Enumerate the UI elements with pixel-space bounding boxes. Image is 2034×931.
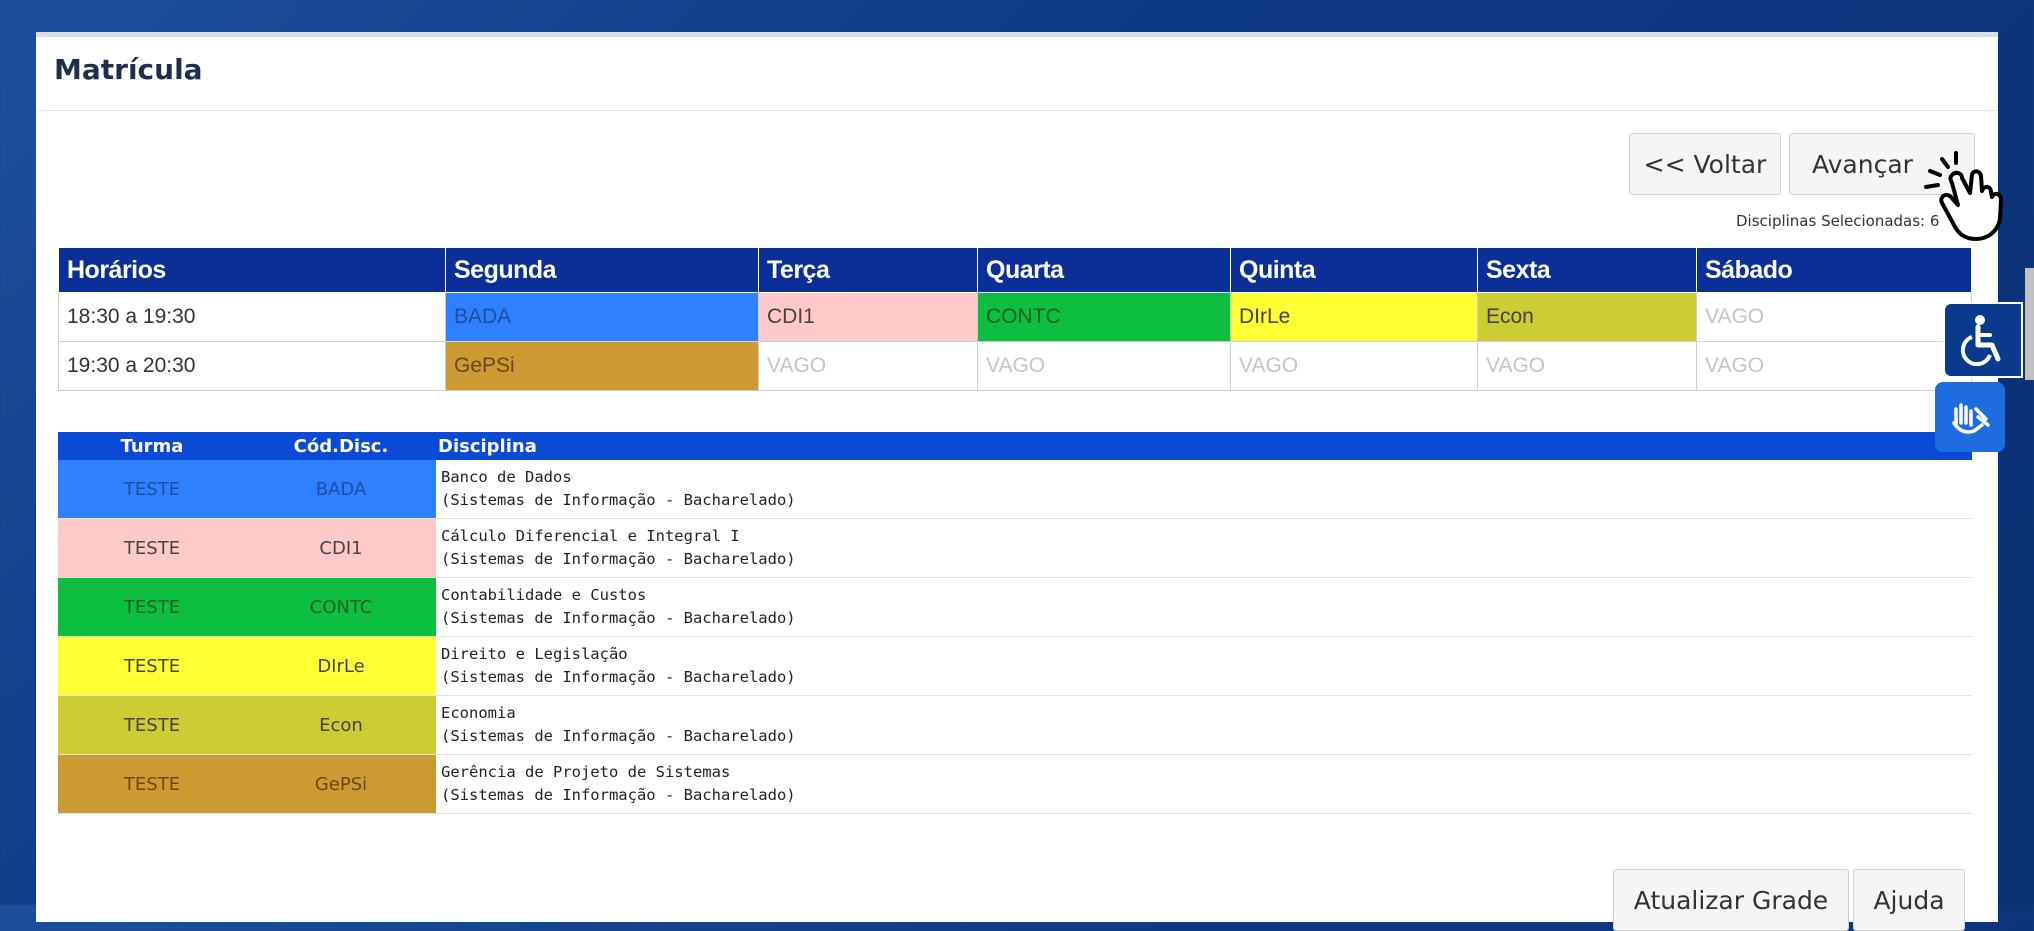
help-button[interactable]: Ajuda [1853, 869, 1965, 931]
discipline-turma: TESTE [58, 636, 246, 696]
discipline-row: TESTE GePSi Gerência de Projeto de Siste… [58, 754, 1972, 814]
discipline-course: (Sistemas de Informação - Bacharelado) [441, 491, 796, 509]
discipline-turma: TESTE [58, 518, 246, 578]
discipline-code: BADA [246, 460, 436, 519]
schedule-slot[interactable]: GePSi [445, 341, 759, 391]
disciplines-table: Turma Cód.Disc. Disciplina TESTE BADA Ba… [58, 432, 1972, 814]
discipline-turma: TESTE [58, 754, 246, 814]
discipline-code: CONTC [246, 577, 436, 637]
discipline-row: TESTE Econ Economia (Sistemas de Informa… [58, 695, 1972, 755]
discipline-turma: TESTE [58, 695, 246, 755]
schedule-slot[interactable]: Econ [1477, 292, 1697, 342]
discipline-row: TESTE BADA Banco de Dados (Sistemas de I… [58, 460, 1972, 519]
disciplines-header-codigo: Cód.Disc. [246, 432, 436, 460]
accessibility-button[interactable] [1943, 302, 2023, 378]
discipline-name: Cálculo Diferencial e Integral I [441, 527, 740, 545]
schedule-slot[interactable]: DIrLe [1230, 292, 1478, 342]
page-title: Matrícula [54, 53, 203, 86]
discipline-name-cell: Contabilidade e Custos (Sistemas de Info… [436, 577, 1972, 637]
disciplines-header-row: Turma Cód.Disc. Disciplina [58, 432, 1972, 460]
discipline-name-cell: Direito e Legislação (Sistemas de Inform… [436, 636, 1972, 696]
schedule-slot[interactable]: VAGO [1696, 292, 1972, 342]
schedule-slot[interactable]: VAGO [758, 341, 978, 391]
discipline-course: (Sistemas de Informação - Bacharelado) [441, 786, 796, 804]
hand-pointer-icon [1924, 151, 2003, 241]
schedule-header-sexta: Sexta [1477, 247, 1697, 293]
discipline-code: GePSi [246, 754, 436, 814]
schedule-row: 19:30 a 20:30 GePSi VAGO VAGO VAGO VAGO … [58, 341, 1972, 391]
discipline-course: (Sistemas de Informação - Bacharelado) [441, 550, 796, 568]
schedule-slot[interactable]: CONTC [977, 292, 1231, 342]
discipline-course: (Sistemas de Informação - Bacharelado) [441, 727, 796, 745]
schedule-slot[interactable]: CDI1 [758, 292, 978, 342]
discipline-turma: TESTE [58, 460, 246, 519]
schedule-time: 18:30 a 19:30 [58, 292, 446, 342]
schedule-header-segunda: Segunda [445, 247, 759, 293]
discipline-name-cell: Economia (Sistemas de Informação - Bacha… [436, 695, 1972, 755]
discipline-code: Econ [246, 695, 436, 755]
discipline-name-cell: Banco de Dados (Sistemas de Informação -… [436, 460, 1972, 519]
enrollment-panel: Matrícula << Voltar Avançar Disciplinas … [36, 32, 1998, 931]
discipline-name: Contabilidade e Custos [441, 586, 647, 604]
schedule-slot[interactable]: VAGO [1696, 341, 1972, 391]
schedule-header-row: Horários Segunda Terça Quarta Quinta Sex… [58, 247, 1972, 293]
discipline-name-cell: Cálculo Diferencial e Integral I (Sistem… [436, 518, 1972, 578]
schedule-header-terca: Terça [758, 247, 978, 293]
disciplines-header-turma: Turma [58, 432, 246, 460]
schedule-time: 19:30 a 20:30 [58, 341, 446, 391]
schedule-slot[interactable]: VAGO [1477, 341, 1697, 391]
discipline-name: Banco de Dados [441, 468, 572, 486]
schedule-header-quinta: Quinta [1230, 247, 1478, 293]
schedule-slot[interactable]: BADA [445, 292, 759, 342]
discipline-row: TESTE DIrLe Direito e Legislação (Sistem… [58, 636, 1972, 696]
discipline-name: Gerência de Projeto de Sistemas [441, 763, 731, 781]
discipline-row: TESTE CDI1 Cálculo Diferencial e Integra… [58, 518, 1972, 578]
discipline-row: TESTE CONTC Contabilidade e Custos (Sist… [58, 577, 1972, 637]
discipline-name: Economia [441, 704, 516, 722]
back-button[interactable]: << Voltar [1629, 133, 1781, 195]
discipline-turma: TESTE [58, 577, 246, 637]
page-scrollbar[interactable] [2025, 268, 2034, 380]
title-divider [36, 110, 1998, 111]
schedule-row: 18:30 a 19:30 BADA CDI1 CONTC DIrLe Econ… [58, 292, 1972, 342]
discipline-course: (Sistemas de Informação - Bacharelado) [441, 668, 796, 686]
discipline-code: DIrLe [246, 636, 436, 696]
wheelchair-icon [1960, 315, 2001, 367]
schedule-slot[interactable]: VAGO [1230, 341, 1478, 391]
schedule-header-sabado: Sábado [1696, 247, 1972, 293]
schedule-grid: Horários Segunda Terça Quarta Quinta Sex… [58, 247, 1972, 391]
disciplines-header-disciplina: Disciplina [436, 432, 1972, 460]
schedule-slot[interactable]: VAGO [977, 341, 1231, 391]
update-grid-button[interactable]: Atualizar Grade [1613, 869, 1849, 931]
discipline-name-cell: Gerência de Projeto de Sistemas (Sistema… [436, 754, 1972, 814]
discipline-course: (Sistemas de Informação - Bacharelado) [441, 609, 796, 627]
libras-button[interactable] [1935, 382, 2005, 452]
discipline-name: Direito e Legislação [441, 645, 628, 663]
discipline-code: CDI1 [246, 518, 436, 578]
sign-language-hands-icon [1952, 403, 1990, 434]
schedule-header-quarta: Quarta [977, 247, 1231, 293]
schedule-header-horarios: Horários [58, 247, 446, 293]
